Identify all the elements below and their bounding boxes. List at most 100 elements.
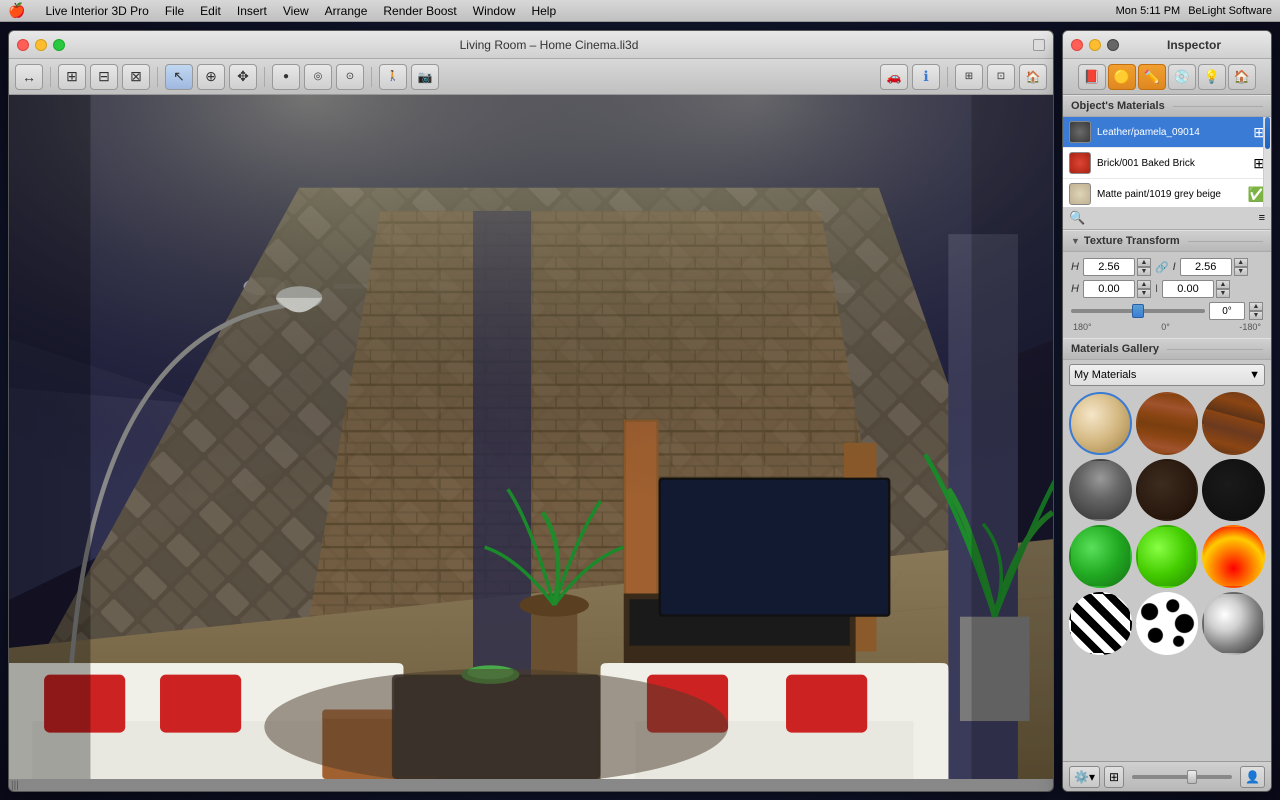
tab-materials[interactable]: 🟡 <box>1108 64 1136 90</box>
menu-insert[interactable]: Insert <box>237 4 267 18</box>
link-icon[interactable]: 🔗 <box>1155 261 1169 274</box>
inspector-close[interactable] <box>1071 39 1083 51</box>
menu-window[interactable]: Window <box>473 4 516 18</box>
gallery-item-dark-wood[interactable] <box>1136 459 1199 522</box>
material-name-leather: Leather/pamela_09014 <box>1097 127 1247 138</box>
tt-v-up[interactable]: ▲ <box>1234 258 1248 267</box>
tt-h-up[interactable]: ▲ <box>1137 258 1151 267</box>
camera-btn[interactable]: 📷 <box>411 64 439 90</box>
material-name-paint: Matte paint/1019 grey beige <box>1097 189 1242 200</box>
info-btn[interactable]: ℹ <box>912 64 940 90</box>
tt-oh-stepper: ▲ ▼ <box>1137 280 1151 298</box>
window-control[interactable] <box>1033 39 1045 51</box>
tt-oh-up[interactable]: ▲ <box>1137 280 1151 289</box>
home-btn[interactable]: 🏠 <box>1019 64 1047 90</box>
viewport-scrollbar[interactable]: ||| <box>9 779 1053 791</box>
gallery-item-wood2[interactable] <box>1202 392 1265 455</box>
gallery-item-zebra[interactable] <box>1069 592 1132 655</box>
tt-v-input[interactable] <box>1180 258 1232 276</box>
nav-back-forward[interactable]: ↔ <box>15 64 43 90</box>
gallery-dropdown[interactable]: My Materials ▼ <box>1069 364 1265 386</box>
footer-size-slider[interactable] <box>1132 775 1232 779</box>
separator4 <box>371 67 372 87</box>
menu-help[interactable]: Help <box>531 4 556 18</box>
tab-scene[interactable]: 🏠 <box>1228 64 1256 90</box>
tt-h-label: H <box>1071 261 1079 273</box>
tt-h-input[interactable] <box>1083 258 1135 276</box>
menu-edit[interactable]: Edit <box>200 4 221 18</box>
gallery-item-stone[interactable] <box>1069 459 1132 522</box>
tab-light[interactable]: 💡 <box>1198 64 1226 90</box>
search-icon[interactable]: 🔍 <box>1069 210 1085 226</box>
tt-v-down[interactable]: ▼ <box>1234 267 1248 276</box>
inspector-expand[interactable] <box>1107 39 1119 51</box>
cylinder-tool[interactable]: ⊙ <box>336 64 364 90</box>
material-item-brick[interactable]: Brick/001 Baked Brick ⊞ <box>1063 148 1271 179</box>
menu-render-boost[interactable]: Render Boost <box>383 4 456 18</box>
menubar-time: Mon 5:11 PM <box>1116 5 1181 17</box>
menu-arrange[interactable]: Arrange <box>325 4 368 18</box>
separator2 <box>157 67 158 87</box>
tt-angle-input[interactable] <box>1209 302 1245 320</box>
tab-object[interactable]: 📕 <box>1078 64 1106 90</box>
tt-angle-up[interactable]: ▲ <box>1249 302 1263 311</box>
view-btn1[interactable]: ⊞ <box>955 64 983 90</box>
gallery-section: My Materials ▼ <box>1063 360 1271 659</box>
material-item-leather[interactable]: Leather/pamela_09014 ⊞ <box>1063 117 1271 148</box>
pan-tool[interactable]: ✥ <box>229 64 257 90</box>
gallery-item-chrome[interactable] <box>1202 592 1265 655</box>
more-icon[interactable]: ≡ <box>1259 212 1265 224</box>
gallery-item-very-dark[interactable] <box>1202 459 1265 522</box>
menu-app[interactable]: Live Interior 3D Pro <box>45 4 148 18</box>
orbit-tool[interactable]: ⊕ <box>197 64 225 90</box>
footer-person-btn[interactable]: 👤 <box>1240 766 1265 788</box>
menu-view[interactable]: View <box>283 4 309 18</box>
maximize-button[interactable] <box>53 39 65 51</box>
tt-ov-down[interactable]: ▼ <box>1216 289 1230 298</box>
tt-ov-input[interactable] <box>1162 280 1214 298</box>
select-tool[interactable]: ↖ <box>165 64 193 90</box>
material-item-paint[interactable]: Matte paint/1019 grey beige ✅ <box>1063 179 1271 207</box>
gallery-item-dalmatian[interactable] <box>1136 592 1199 655</box>
wall-btn[interactable]: ⊟ <box>90 64 118 90</box>
tt-h-down[interactable]: ▼ <box>1137 267 1151 276</box>
gallery-item-green[interactable] <box>1069 525 1132 588</box>
tt-angle-down[interactable]: ▼ <box>1249 311 1263 320</box>
footer-settings-btn[interactable]: ⚙️▾ <box>1069 766 1100 788</box>
sphere-tool[interactable]: ● <box>272 64 300 90</box>
tt-angle-thumb[interactable] <box>1132 304 1144 318</box>
3d-viewport[interactable] <box>9 95 1053 779</box>
minimize-button[interactable] <box>35 39 47 51</box>
close-button[interactable] <box>17 39 29 51</box>
tab-texture[interactable]: ✏️ <box>1138 64 1166 90</box>
gallery-item-bright-green[interactable] <box>1136 525 1199 588</box>
tab-media[interactable]: 💿 <box>1168 64 1196 90</box>
view-btn2[interactable]: ⊡ <box>987 64 1015 90</box>
tt-ov-up[interactable]: ▲ <box>1216 280 1230 289</box>
3d-btn[interactable]: ⊠ <box>122 64 150 90</box>
apple-menu[interactable]: 🍎 <box>8 2 25 19</box>
materials-list: Leather/pamela_09014 ⊞ Brick/001 Baked B… <box>1063 117 1271 207</box>
gallery-item-cream[interactable] <box>1069 392 1132 455</box>
ring-tool[interactable]: ◎ <box>304 64 332 90</box>
render-btn[interactable]: 🚗 <box>880 64 908 90</box>
material-name-brick: Brick/001 Baked Brick <box>1097 158 1247 169</box>
materials-scrollbar[interactable] <box>1263 117 1271 207</box>
section-divider3 <box>1167 349 1263 350</box>
walk-tool[interactable]: 🚶 <box>379 64 407 90</box>
tt-angle-slider[interactable] <box>1071 309 1205 313</box>
footer-grid-btn[interactable]: ⊞ <box>1104 766 1124 788</box>
tt-oh-down[interactable]: ▼ <box>1137 289 1151 298</box>
menubar-brand: BeLight Software <box>1188 5 1272 17</box>
main-area: Living Room – Home Cinema.li3d ↔ ⊞ ⊟ ⊠ ↖… <box>0 22 1280 800</box>
gallery-title: Materials Gallery <box>1071 343 1159 355</box>
separator3 <box>264 67 265 87</box>
inspector-minimize[interactable] <box>1089 39 1101 51</box>
tt-oh-input[interactable] <box>1083 280 1135 298</box>
material-swatch-brick <box>1069 152 1091 174</box>
inspector-tabs: 📕 🟡 ✏️ 💿 💡 🏠 <box>1063 59 1271 95</box>
gallery-item-fire[interactable] <box>1202 525 1265 588</box>
gallery-item-wood1[interactable] <box>1136 392 1199 455</box>
floor-plan-btn[interactable]: ⊞ <box>58 64 86 90</box>
menu-file[interactable]: File <box>165 4 184 18</box>
